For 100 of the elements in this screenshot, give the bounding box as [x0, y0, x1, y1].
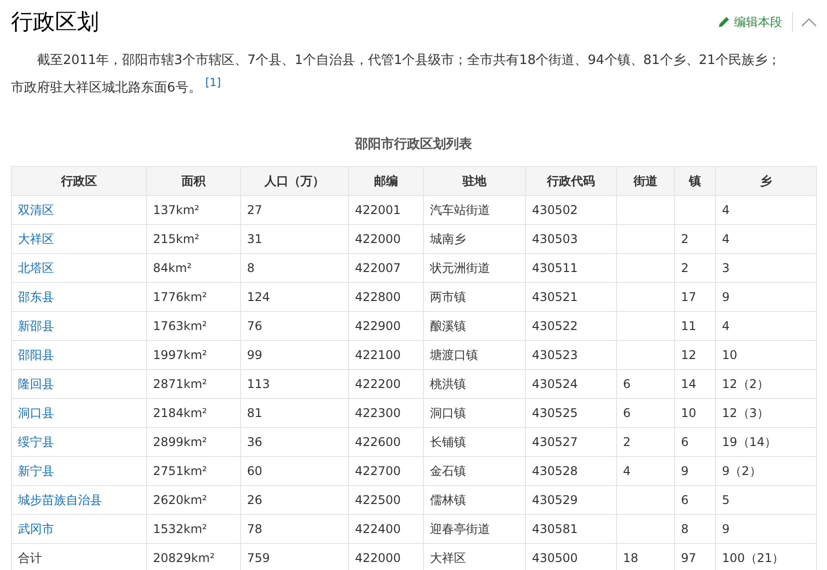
table-cell: 430502 [526, 196, 616, 225]
table-cell: 6 [674, 428, 716, 457]
table-cell: 76 [240, 312, 348, 341]
table-cell: 4 [716, 196, 816, 225]
reference-link[interactable]: [1] [205, 76, 221, 89]
table-cell: 422000 [348, 224, 424, 254]
table-cell: 17 [674, 282, 716, 312]
pencil-icon[interactable] [718, 16, 730, 28]
table-cell: 12（3） [716, 398, 816, 428]
table-cell: 215km² [146, 224, 240, 254]
table-cell: 11 [674, 312, 716, 341]
table-cell: 137km² [146, 196, 240, 225]
collapse-chevron-icon[interactable] [801, 17, 817, 27]
table-cell: 3 [716, 254, 816, 283]
table-cell [616, 312, 674, 341]
table-cell: 1997km² [146, 340, 240, 370]
table-cell [616, 486, 674, 515]
table-cell: 4 [716, 224, 816, 254]
table-cell: 430521 [526, 282, 616, 312]
table-cell [616, 254, 674, 283]
table-cell: 2751km² [146, 456, 240, 486]
table-cell: 8 [674, 514, 716, 544]
table-cell: 422800 [348, 282, 424, 312]
table-cell: 430581 [526, 514, 616, 544]
table-cell: 31 [240, 224, 348, 254]
table-cell [674, 196, 716, 225]
district-link[interactable]: 城步苗族自治县 [12, 486, 146, 515]
table-cell: 430525 [526, 398, 616, 428]
table-cell [616, 196, 674, 225]
table-cell: 4 [616, 456, 674, 486]
table-cell: 422600 [348, 428, 424, 457]
table-cell: 10 [716, 340, 816, 370]
column-header: 邮编 [348, 166, 424, 196]
table-caption: 邵阳市行政区划列表 [354, 136, 473, 154]
district-link[interactable]: 新邵县 [12, 312, 146, 341]
district-link[interactable]: 新宁县 [12, 456, 146, 486]
table-cell: 124 [240, 282, 348, 312]
district-link[interactable]: 双清区 [12, 196, 146, 225]
table-cell: 422900 [348, 312, 424, 341]
table-cell: 2184km² [146, 398, 240, 428]
column-header: 乡 [716, 166, 816, 196]
table-cell: 422500 [348, 486, 424, 515]
table-cell: 113 [240, 370, 348, 399]
table-cell [616, 340, 674, 370]
column-header: 行政代码 [526, 166, 616, 196]
table-cell: 迎春亭街道 [424, 514, 526, 544]
table-cell: 城南乡 [424, 224, 526, 254]
table-cell: 洞口镇 [424, 398, 526, 428]
district-link[interactable]: 邵东县 [12, 282, 146, 312]
table-cell: 430511 [526, 254, 616, 283]
column-header: 驻地 [424, 166, 526, 196]
table-cell: 14 [674, 370, 716, 399]
table-cell: 430529 [526, 486, 616, 515]
district-link[interactable]: 北塔区 [12, 254, 146, 283]
table-cell: 长铺镇 [424, 428, 526, 457]
district-link[interactable]: 武冈市 [12, 514, 146, 544]
table-cell: 2899km² [146, 428, 240, 457]
district-link[interactable]: 洞口县 [12, 398, 146, 428]
table-cell: 422100 [348, 340, 424, 370]
table-cell: 99 [240, 340, 348, 370]
table-cell: 6 [616, 398, 674, 428]
column-header: 行政区 [12, 166, 146, 196]
table-cell: 1763km² [146, 312, 240, 341]
table-cell: 汽车站街道 [424, 196, 526, 225]
section-title: 行政区划 [11, 9, 100, 37]
intro-paragraph: 截至2011年，邵阳市辖3个市辖区、7个县、1个自治县，代管1个县级市；全市共有18个街道、94个镇、81个乡、21个民族乡；市政府驻大祥区城北路东面6号。 $^{[1]}$ [11, 52, 782, 98]
table-cell: 8 [240, 254, 348, 283]
table-cell: 422007 [348, 254, 424, 283]
table-cell: 状元洲街道 [424, 254, 526, 283]
table-cell: 2871km² [146, 370, 240, 399]
table-cell: 金石镇 [424, 456, 526, 486]
column-header: 人口（万） [240, 166, 348, 196]
district-link[interactable]: 隆回县 [12, 370, 146, 399]
table-cell: 塘渡口镇 [424, 340, 526, 370]
district-link[interactable]: 邵阳县 [12, 340, 146, 370]
table-cell: 422001 [348, 196, 424, 225]
table-cell: 9 [716, 282, 816, 312]
table-cell: 430522 [526, 312, 616, 341]
table-cell: 1532km² [146, 514, 240, 544]
table-cell: 422700 [348, 456, 424, 486]
table-cell: 26 [240, 486, 348, 515]
table-cell [616, 514, 674, 544]
table-cell: 两市镇 [424, 282, 526, 312]
table-cell: 合计 [12, 544, 146, 570]
table-cell: 422400 [348, 514, 424, 544]
table-cell: 430528 [526, 456, 616, 486]
table-cell: 桃洪镇 [424, 370, 526, 399]
table-cell: 422200 [348, 370, 424, 399]
table-cell: 19（14） [716, 428, 816, 457]
table-cell: 4 [716, 312, 816, 341]
district-link[interactable]: 绥宁县 [12, 428, 146, 457]
table-cell: 12（2） [716, 370, 816, 399]
district-link[interactable]: 大祥区 [12, 224, 146, 254]
edit-section-link[interactable]: 编辑本段 [718, 14, 782, 30]
table-cell [616, 224, 674, 254]
table-cell: 2 [674, 254, 716, 283]
table-cell [616, 282, 674, 312]
table-cell: 儒林镇 [424, 486, 526, 515]
table-cell: 10 [674, 398, 716, 428]
table-cell: 2 [616, 428, 674, 457]
